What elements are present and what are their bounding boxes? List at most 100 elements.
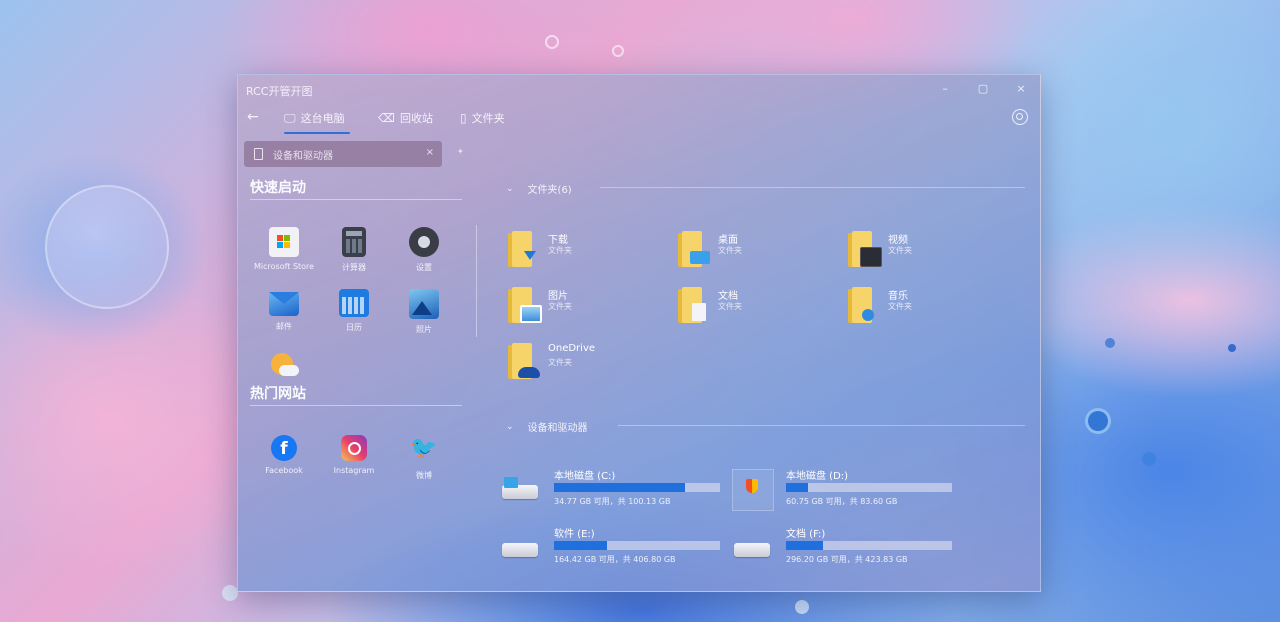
wallpaper-dot — [222, 585, 238, 601]
panel-divider — [476, 225, 477, 337]
wallpaper-dot — [545, 35, 559, 49]
wallpaper-bubble — [45, 185, 169, 309]
pin-icon[interactable]: ✦ — [457, 147, 464, 156]
folder-type: 文件夹 — [888, 246, 912, 255]
back-arrow-icon[interactable]: ← — [247, 109, 259, 125]
facebook-icon: f — [271, 435, 297, 461]
folder-onedrive[interactable]: OneDrive 文件夹 — [506, 339, 666, 383]
folder-type: 文件夹 — [718, 302, 742, 311]
drive-name: 软件 (E:) — [554, 529, 595, 540]
clear-search-icon[interactable]: × — [426, 147, 434, 158]
website-twitter[interactable]: 🐦 微博 — [394, 435, 454, 481]
tab-label: 这台电脑 — [300, 112, 345, 125]
folder-icon — [506, 285, 542, 323]
tab-bar: ← 🖵 这台电脑 ⌫ 回收站 ▯ 文件夹 — [238, 107, 1040, 135]
drive-e[interactable]: 软件 (E:) 164.42 GB 可用，共 406.80 GB — [500, 525, 720, 569]
group-divider — [618, 425, 1025, 426]
folder-desktop[interactable]: 桌面 文件夹 — [676, 227, 836, 271]
folder-icon — [506, 341, 540, 379]
drive-usage-bar — [786, 483, 952, 492]
website-instagram[interactable]: Instagram — [324, 435, 384, 475]
drive-usage-bar — [554, 483, 720, 492]
folders-group-header[interactable]: ⌄ 文件夹(6) — [506, 181, 572, 197]
close-button[interactable]: × — [1006, 80, 1036, 98]
drive-icon — [500, 535, 540, 561]
folder-type: 文件夹 — [718, 246, 742, 255]
folder-name: 图片 — [548, 291, 568, 302]
device-icon — [254, 148, 263, 160]
wallpaper-dot — [1105, 338, 1115, 348]
quick-launch-calendar[interactable]: 日历 — [324, 289, 384, 333]
folder-pictures[interactable]: 图片 文件夹 — [506, 283, 666, 327]
tab-folder[interactable]: ▯ 文件夹 — [460, 110, 505, 126]
chevron-down-icon: ⌄ — [506, 421, 514, 432]
quick-launch-mail[interactable]: 邮件 — [254, 289, 314, 332]
group-divider — [600, 187, 1025, 188]
website-facebook[interactable]: f Facebook — [254, 435, 314, 475]
minimize-button[interactable]: – — [930, 80, 960, 98]
tab-this-pc[interactable]: 🖵 这台电脑 — [284, 110, 345, 126]
wallpaper-dot — [1228, 344, 1236, 352]
app-window: RCC开管开图 – ▢ × ← 🖵 这台电脑 ⌫ 回收站 ▯ 文件夹 设备和驱动… — [237, 74, 1041, 592]
folder-icon — [676, 285, 710, 323]
quick-launch-calculator[interactable]: 计算器 — [324, 227, 384, 273]
wallpaper-dot — [1142, 452, 1156, 466]
folder-outline-icon: ▯ — [460, 111, 467, 125]
drive-f[interactable]: 文档 (F:) 296.20 GB 可用，共 423.83 GB — [732, 525, 952, 569]
store-icon — [269, 227, 299, 257]
title-bar: RCC开管开图 – ▢ × — [238, 75, 1040, 103]
wallpaper-dot — [1085, 408, 1111, 434]
maximize-button[interactable]: ▢ — [968, 80, 998, 98]
calculator-icon — [342, 227, 366, 257]
drive-d[interactable]: 本地磁盘 (D:) 60.75 GB 可用，共 83.60 GB — [732, 467, 952, 511]
folder-type: 文件夹 — [548, 246, 572, 255]
tile-label: 设置 — [416, 263, 432, 272]
section-divider — [250, 405, 462, 406]
settings-gear-icon[interactable] — [1012, 109, 1028, 125]
folder-videos[interactable]: 视频 文件夹 — [846, 227, 1006, 271]
tile-label: Facebook — [265, 466, 303, 475]
tile-label: 计算器 — [342, 263, 366, 272]
quick-launch-photos[interactable]: 照片 — [394, 289, 454, 335]
mail-icon — [269, 292, 299, 316]
twitter-icon: 🐦 — [410, 436, 438, 461]
folders-group-title: 文件夹(6) — [527, 185, 572, 196]
folder-icon — [676, 229, 710, 267]
quick-launch-settings[interactable]: 设置 — [394, 227, 454, 273]
settings-icon — [409, 227, 439, 257]
drive-c[interactable]: 本地磁盘 (C:) 34.77 GB 可用，共 100.13 GB — [500, 467, 720, 511]
websites-title: 热门网站 — [250, 386, 306, 402]
tab-label: 回收站 — [399, 112, 433, 125]
folder-type: 文件夹 — [888, 302, 912, 311]
folder-name: 文档 — [718, 291, 738, 302]
chevron-down-icon: ⌄ — [506, 183, 514, 194]
folder-downloads[interactable]: 下载 文件夹 — [506, 227, 666, 271]
section-divider — [250, 199, 462, 200]
tab-recycle-bin[interactable]: ⌫ 回收站 — [378, 110, 433, 126]
drives-group-title: 设备和驱动器 — [527, 423, 588, 434]
search-text: 设备和驱动器 — [273, 150, 333, 162]
folder-music[interactable]: 音乐 文件夹 — [846, 283, 1006, 327]
folder-name: 音乐 — [888, 291, 908, 302]
tile-label: 日历 — [346, 323, 362, 332]
folder-type: 文件夹 — [548, 358, 572, 367]
tile-label: 微博 — [416, 471, 432, 480]
folder-documents[interactable]: 文档 文件夹 — [676, 283, 836, 327]
folder-icon — [846, 229, 882, 267]
folder-name: 视频 — [888, 235, 908, 246]
tile-label: Instagram — [333, 466, 375, 475]
active-tab-indicator — [284, 132, 350, 134]
folder-name: 下载 — [548, 235, 568, 246]
tile-label: 邮件 — [276, 322, 292, 331]
recycle-bin-icon: ⌫ — [378, 111, 395, 125]
quick-launch-weather[interactable] — [254, 351, 314, 381]
drive-icon — [732, 535, 772, 561]
drive-usage-bar — [554, 541, 720, 550]
app-title: RCC开管开图 — [246, 85, 313, 98]
drives-group-header[interactable]: ⌄ 设备和驱动器 — [506, 419, 588, 435]
quick-launch-store[interactable]: Microsoft Store — [254, 227, 314, 271]
weather-icon — [269, 351, 299, 381]
search-box[interactable]: 设备和驱动器 × — [244, 141, 442, 167]
folder-icon — [506, 229, 540, 267]
drive-name: 文档 (F:) — [786, 529, 826, 540]
